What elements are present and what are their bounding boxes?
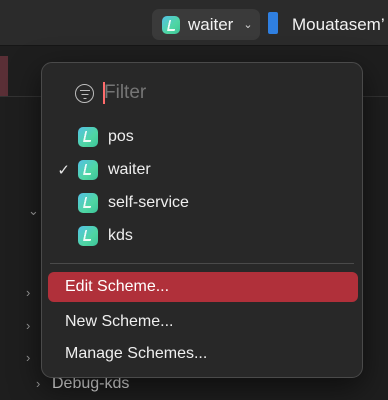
screen: { "toolbar": { "scheme": { "name": "wait… xyxy=(0,0,388,400)
chevron-right-icon[interactable]: › xyxy=(26,350,30,365)
checkmark-icon: ✓ xyxy=(57,162,70,179)
edit-scheme-button[interactable]: Edit Scheme... xyxy=(48,272,358,302)
app-icon xyxy=(78,193,98,213)
filter-row xyxy=(75,81,304,105)
chevron-right-icon[interactable]: › xyxy=(36,376,40,391)
scheme-selector[interactable]: waiter ⌄ xyxy=(152,9,260,40)
scheme-menu: pos ✓ waiter self-service kds Edit Schem… xyxy=(41,62,363,378)
navigator-highlight-strip xyxy=(0,56,8,96)
scheme-item-self-service[interactable]: self-service xyxy=(48,188,356,218)
app-icon xyxy=(78,127,98,147)
scheme-item-waiter[interactable]: ✓ waiter xyxy=(48,155,356,185)
chevron-right-icon[interactable]: › xyxy=(26,318,30,333)
chevron-down-icon: ⌄ xyxy=(243,19,253,31)
scheme-item-kds[interactable]: kds xyxy=(48,221,356,251)
text-cursor xyxy=(103,82,105,104)
app-icon xyxy=(78,226,98,246)
app-icon xyxy=(162,15,180,34)
new-scheme-button[interactable]: New Scheme... xyxy=(48,307,358,337)
scheme-item-pos[interactable]: pos xyxy=(48,122,356,152)
run-destination[interactable]: Mouatasem’ xyxy=(292,15,385,35)
scheme-label: kds xyxy=(108,227,133,244)
device-icon xyxy=(268,12,278,34)
toolbar: waiter ⌄ Mouatasem’ xyxy=(0,0,388,46)
menu-separator xyxy=(50,263,354,264)
scheme-label: self-service xyxy=(108,194,189,211)
chevron-down-icon[interactable]: ⌄ xyxy=(28,203,39,219)
filter-input[interactable] xyxy=(104,82,304,104)
app-icon xyxy=(78,160,98,180)
filter-icon xyxy=(75,83,94,103)
manage-schemes-button[interactable]: Manage Schemes... xyxy=(48,339,358,369)
chevron-right-icon[interactable]: › xyxy=(26,285,30,300)
scheme-label: waiter xyxy=(108,161,151,178)
scheme-label: pos xyxy=(108,128,134,145)
scheme-name: waiter xyxy=(188,14,234,34)
